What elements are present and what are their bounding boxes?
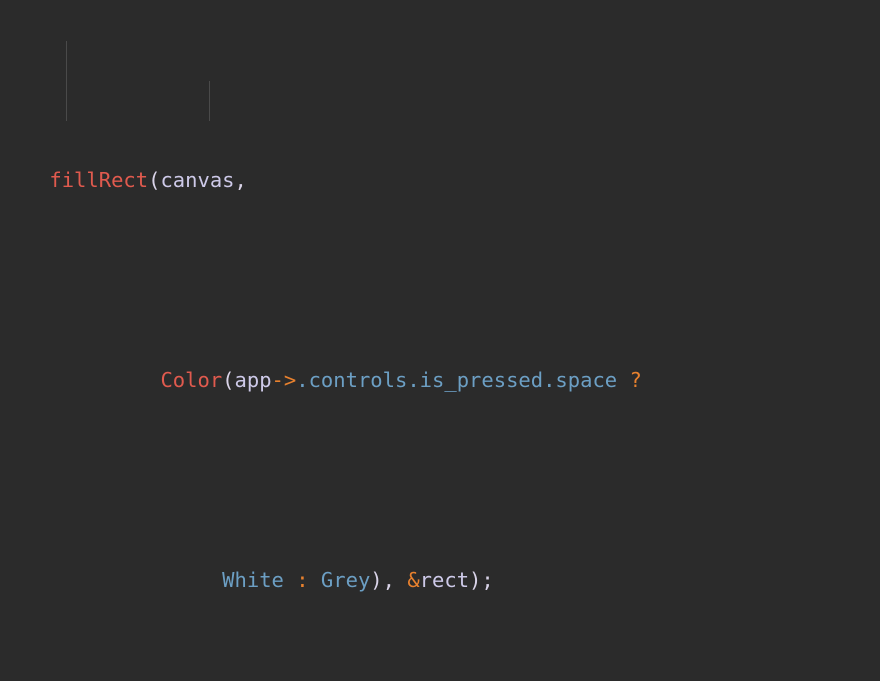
code-line-3[interactable]: White : Grey), &rect); <box>0 560 880 600</box>
token-white-constant[interactable]: White <box>222 568 284 592</box>
token-app-object[interactable]: app <box>235 368 272 392</box>
line3-indent <box>0 568 222 592</box>
token-arrow-operator: -> <box>271 368 297 392</box>
code-content[interactable]: fillRect(canvas, Color(app->.controls.is… <box>0 0 880 681</box>
token-rect-arg[interactable]: rect <box>420 568 469 592</box>
token-address-of-operator: & <box>407 568 420 592</box>
token-grey-constant[interactable]: Grey <box>321 568 370 592</box>
line1-indent <box>0 168 49 192</box>
token-open-paren: ( <box>148 168 161 192</box>
token-open-paren: ( <box>222 368 235 392</box>
token-controls-member[interactable]: .controls <box>296 368 407 392</box>
token-ternary-question: ? <box>629 368 642 392</box>
code-line-2[interactable]: Color(app->.controls.is_pressed.space ? <box>0 360 880 400</box>
code-editor-viewport[interactable]: fillRect(canvas, Color(app->.controls.is… <box>0 0 880 681</box>
token-close-paren-semi: ); <box>469 568 494 592</box>
token-canvas-arg[interactable]: canvas <box>160 168 234 192</box>
token-space-member[interactable]: .space <box>543 368 617 392</box>
token-ispressed-member[interactable]: .is_pressed <box>407 368 543 392</box>
token-fillrect-call[interactable]: fillRect <box>49 168 148 192</box>
line2-indent <box>0 368 160 392</box>
code-line-1[interactable]: fillRect(canvas, <box>0 160 880 200</box>
token-comma: , <box>234 168 247 192</box>
token-close-paren-comma: ), <box>370 568 408 592</box>
token-color-call[interactable]: Color <box>160 368 222 392</box>
token-ternary-colon: : <box>283 568 321 592</box>
